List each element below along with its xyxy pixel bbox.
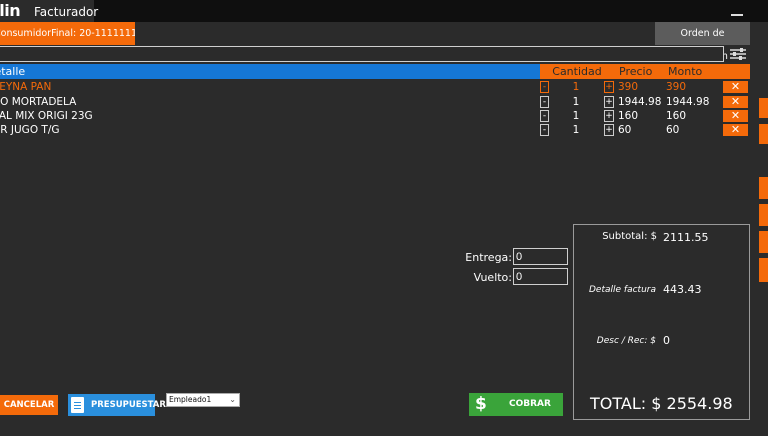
row-amount: 60 [666, 124, 680, 136]
table-row[interactable]: BEYNA PAN - 1 + 390 390 ✕ [0, 80, 750, 94]
row-price: 1944.98 [618, 96, 662, 108]
totals-panel [573, 224, 750, 420]
sliders-icon[interactable] [728, 46, 748, 62]
row-amount: 390 [666, 81, 687, 93]
row-qty: 1 [572, 124, 580, 136]
app-title: Facturador [34, 5, 99, 19]
invoice-detail-value: 443.43 [663, 283, 702, 296]
row-price: 390 [618, 81, 639, 93]
delivery-input[interactable] [513, 248, 568, 265]
decrease-qty-button[interactable]: - [540, 110, 549, 122]
row-description: BEYNA PAN [0, 81, 52, 93]
row-description: DO MORTADELA [0, 96, 77, 108]
charge-button-label: COBRAR [509, 399, 551, 409]
budget-button-label: PRESUPUESTAR [91, 400, 166, 410]
column-header-minus [540, 64, 550, 79]
increase-qty-button[interactable]: + [604, 110, 614, 122]
increase-qty-button[interactable]: + [604, 96, 614, 108]
row-description: OR JUGO T/G [0, 124, 60, 136]
row-qty: 1 [572, 96, 580, 108]
column-header-detail: Detalle [0, 64, 540, 79]
detail-header-label: Detalle [0, 65, 26, 78]
increase-qty-button[interactable]: + [604, 81, 614, 93]
row-description: SAL MIX ORIGI 23G [0, 110, 93, 122]
close-icon[interactable]: ✕ [723, 124, 748, 136]
delivery-label: Entrega: [465, 251, 512, 264]
decrease-qty-button[interactable]: - [540, 96, 549, 108]
decrease-qty-button[interactable]: - [540, 81, 549, 93]
change-input[interactable] [513, 268, 568, 285]
increase-qty-button[interactable]: + [604, 124, 614, 136]
side-tab-1[interactable] [759, 98, 768, 118]
chevron-down-icon: ⌄ [229, 395, 236, 404]
subtotal-value: 2111.55 [663, 231, 709, 244]
charge-button[interactable]: $ COBRAR [469, 393, 563, 416]
discount-value: 0 [663, 334, 670, 347]
document-icon [71, 397, 84, 413]
column-header-price: Precio [616, 64, 664, 79]
total-value: 2554.98 [666, 394, 733, 413]
row-amount: 160 [666, 110, 687, 122]
employee-select-value: Empleado1 [169, 395, 212, 404]
column-header-delete [722, 64, 750, 79]
discount-label: Desc / Rec: $ [596, 336, 656, 346]
employee-select[interactable]: Empleado1 ⌄ [166, 393, 240, 407]
dollar-icon: $ [475, 394, 487, 414]
cancel-button[interactable]: CANCELAR [0, 395, 58, 415]
row-price: 160 [618, 110, 639, 122]
app-logo: Clin [0, 1, 21, 20]
row-qty: 1 [572, 81, 580, 93]
table-row[interactable]: DO MORTADELA - 1 + 1944.98 1944.98 ✕ [0, 95, 750, 109]
close-icon[interactable]: ✕ [723, 81, 748, 93]
column-header-qty: Cantidad [550, 64, 604, 79]
customer-label: ConsumidorFinal: 20-11111111-2 [0, 28, 135, 39]
repair-order-button[interactable]: Orden de reparacion [655, 22, 750, 62]
row-price: 60 [618, 124, 632, 136]
close-icon[interactable]: ✕ [723, 96, 748, 108]
column-header-plus [604, 64, 616, 79]
side-tab-5[interactable] [759, 231, 768, 253]
product-search-input[interactable] [0, 46, 724, 62]
subtotal-label: Subtotal: $ [602, 231, 657, 242]
grand-total: TOTAL: $ 2554.98 [590, 394, 733, 413]
close-icon[interactable]: ✕ [723, 110, 748, 122]
side-tab-2[interactable] [759, 124, 768, 144]
decrease-qty-button[interactable]: - [540, 124, 549, 136]
side-tab-4[interactable] [759, 204, 768, 226]
change-label: Vuelto: [473, 271, 512, 284]
row-qty: 1 [572, 110, 580, 122]
side-tab-3[interactable] [759, 177, 768, 199]
column-header-amount: Monto [664, 64, 722, 79]
table-row[interactable]: OR JUGO T/G - 1 + 60 60 ✕ [0, 123, 750, 137]
budget-button[interactable]: PRESUPUESTAR [68, 394, 166, 416]
minimize-icon[interactable] [730, 5, 744, 17]
title-bar: Clin Facturador [0, 0, 768, 22]
table-row[interactable]: SAL MIX ORIGI 23G - 1 + 160 160 ✕ [0, 109, 750, 123]
customer-badge[interactable]: ConsumidorFinal: 20-11111111-2 [0, 22, 135, 45]
invoice-detail-label: Detalle factura [589, 285, 656, 295]
side-tab-6[interactable] [759, 258, 768, 282]
row-amount: 1944.98 [666, 96, 710, 108]
total-label: TOTAL: $ [590, 394, 662, 413]
